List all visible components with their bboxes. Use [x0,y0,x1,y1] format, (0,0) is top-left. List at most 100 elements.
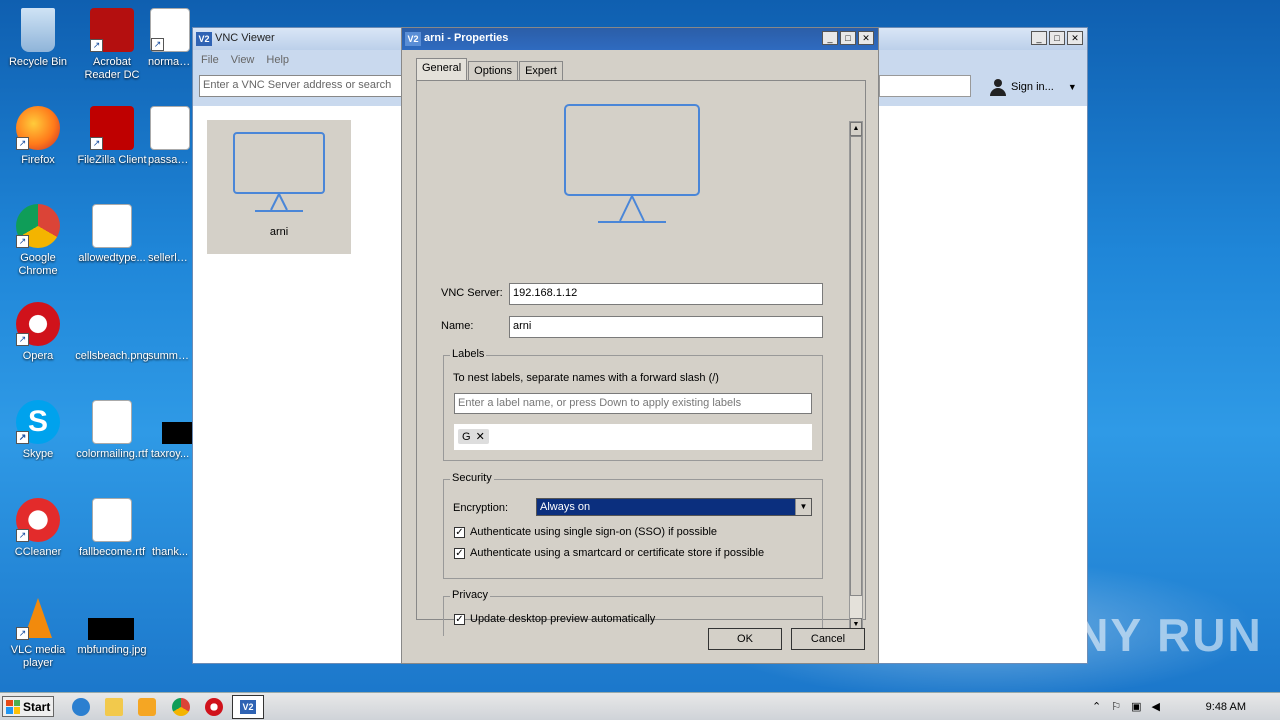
desktop-icon-recycle-bin[interactable]: Recycle Bin [0,8,76,69]
tab-options[interactable]: Options [468,61,519,81]
desktop-icon-acrobat[interactable]: ↗ Acrobat Reader DC [74,8,150,82]
anyrun-watermark: ANY RUN [1040,609,1263,661]
taskbar-vnc-viewer[interactable]: V2 [232,695,264,719]
preview-checkbox[interactable]: ✓ [454,613,465,625]
image-file-icon [90,302,134,346]
desktop-icon-label: normalr... [148,56,192,68]
name-input[interactable]: arni [509,316,823,338]
monitor-icon [564,104,700,223]
desktop-icon-label: sellerlo... [148,252,192,264]
word-document-icon: ↗ [150,8,190,52]
vnc-logo-icon: V2 [196,32,212,46]
explorer-folder-icon[interactable] [105,698,123,716]
desktop-icon-label: Recycle Bin [8,56,68,68]
desktop-icon-vlc[interactable]: ↗ VLC media player [0,596,76,670]
action-center-flag-icon[interactable]: ⚐ [1111,700,1121,713]
smartcard-label: Authenticate using a smartcard or certif… [470,547,765,559]
menu-view[interactable]: View [231,54,255,66]
desktop-icon-label: thank... [151,546,189,558]
ccleaner-icon: ↗ [16,498,60,542]
connection-tile-arni[interactable]: arni [207,120,351,254]
opera-icon[interactable] [205,698,223,716]
maximize-icon[interactable]: □ [1049,31,1065,45]
encryption-value: Always on [540,501,591,513]
desktop-icon-opera[interactable]: ↗ Opera [0,302,76,363]
properties-dialog[interactable]: V2 arni - Properties _ □ ✕ General Optio… [401,27,879,664]
desktop-icon-summer[interactable]: summer... [148,302,192,363]
firefox-icon: ↗ [16,106,60,150]
viewer-menubar: File View Help [201,54,289,66]
desktop-icon-mbfunding[interactable]: mbfunding.jpg [74,596,150,657]
labels-group-title: Labels [450,348,487,360]
clock[interactable]: 9:48 AM [1206,701,1246,713]
desktop-icon-colormailing[interactable]: colormailing.rtf [74,400,150,461]
panel-scrollbar[interactable]: ▲ ▼ [849,121,863,633]
close-icon[interactable]: ✕ [858,31,874,45]
scroll-up-icon[interactable]: ▲ [850,122,862,136]
menu-file[interactable]: File [201,54,219,66]
encryption-select[interactable]: Always on ▼ [536,498,812,516]
smartcard-checkbox-row[interactable]: ✓ Authenticate using a smartcard or cert… [454,547,764,559]
sign-in-label: Sign in... [1011,81,1054,93]
tray-expand-icon[interactable]: ⌃ [1092,700,1101,713]
desktop-icon-normalr[interactable]: ↗ normalr... [148,8,192,69]
desktop-icon-skype[interactable]: S ↗ Skype [0,400,76,461]
menu-help[interactable]: Help [266,54,289,66]
desktop-icon-fallbecome[interactable]: fallbecome.rtf [74,498,150,559]
dialog-titlebar[interactable]: V2 arni - Properties _ □ ✕ [402,28,878,50]
general-panel: VNC Server: 192.168.1.12 Name: arni Labe… [416,80,866,636]
desktop-icon-label: colormailing.rtf [76,448,148,460]
close-icon[interactable]: ✕ [1067,31,1083,45]
minimize-icon[interactable]: _ [822,31,838,45]
cancel-button[interactable]: Cancel [791,628,865,650]
ie-icon[interactable] [72,698,90,716]
minimize-icon[interactable]: _ [1031,31,1047,45]
user-icon [989,78,1007,96]
label-tag[interactable]: G ✕ [458,429,489,444]
label-input[interactable]: Enter a label name, or press Down to app… [454,393,812,414]
volume-icon[interactable]: ◀ [1152,700,1160,713]
recycle-bin-icon [21,8,55,52]
maximize-icon[interactable]: □ [840,31,856,45]
desktop-icon-taxroy[interactable]: taxroy... [148,400,192,461]
desktop-icon-label: taxroy... [150,448,190,460]
media-player-icon[interactable] [138,698,156,716]
desktop-icon-filezilla[interactable]: ↗ FileZilla Client [74,106,150,167]
dropdown-arrow-icon[interactable]: ▼ [795,499,811,515]
sign-in-button[interactable]: Sign in... ▼ [989,78,1077,96]
search-field-right[interactable] [879,75,971,97]
desktop-icon-ccleaner[interactable]: ↗ CCleaner [0,498,76,559]
desktop-icon-cellsbeach[interactable]: cellsbeach.png [74,302,150,363]
desktop-icon-allowedtype[interactable]: allowedtype... [74,204,150,265]
word-document-icon [150,106,190,150]
server-search-input[interactable]: Enter a VNC Server address or search [199,75,407,97]
desktop-icon-thank[interactable]: thank... [148,498,192,559]
tab-expert[interactable]: Expert [519,61,563,81]
smartcard-checkbox[interactable]: ✓ [454,547,465,559]
desktop-icon-passag[interactable]: passag... [148,106,192,167]
desktop-icon-label: FileZilla Client [77,154,147,166]
labels-group: Labels To nest labels, separate names wi… [443,348,823,461]
vnc-server-input[interactable]: 192.168.1.12 [509,283,823,305]
desktop-icon-label: Firefox [21,154,55,166]
viewer-title: VNC Viewer [215,32,275,44]
vnc-logo-icon: V2 [405,32,421,46]
scroll-thumb[interactable] [850,136,862,596]
sso-checkbox[interactable]: ✓ [454,526,465,538]
desktop-icon-label: Google Chrome [18,252,58,277]
dialog-window-controls: _ □ ✕ [822,31,874,45]
start-button[interactable]: Start [2,696,54,717]
sso-checkbox-row[interactable]: ✓ Authenticate using single sign-on (SSO… [454,526,717,538]
chrome-icon[interactable] [172,698,190,716]
desktop-icon-label: Opera [22,350,54,362]
tab-general[interactable]: General [416,58,468,81]
security-group-title: Security [450,472,494,484]
label-tag-text: G [462,431,471,443]
remove-tag-icon[interactable]: ✕ [476,431,485,443]
ok-button[interactable]: OK [708,628,782,650]
network-icon[interactable]: ▣ [1131,700,1141,713]
desktop-icon-sellerlo[interactable]: sellerlo... [148,204,192,265]
desktop-icon-chrome[interactable]: ↗ Google Chrome [0,204,76,278]
preview-checkbox-row[interactable]: ✓ Update desktop preview automatically [454,613,655,625]
desktop-icon-firefox[interactable]: ↗ Firefox [0,106,76,167]
